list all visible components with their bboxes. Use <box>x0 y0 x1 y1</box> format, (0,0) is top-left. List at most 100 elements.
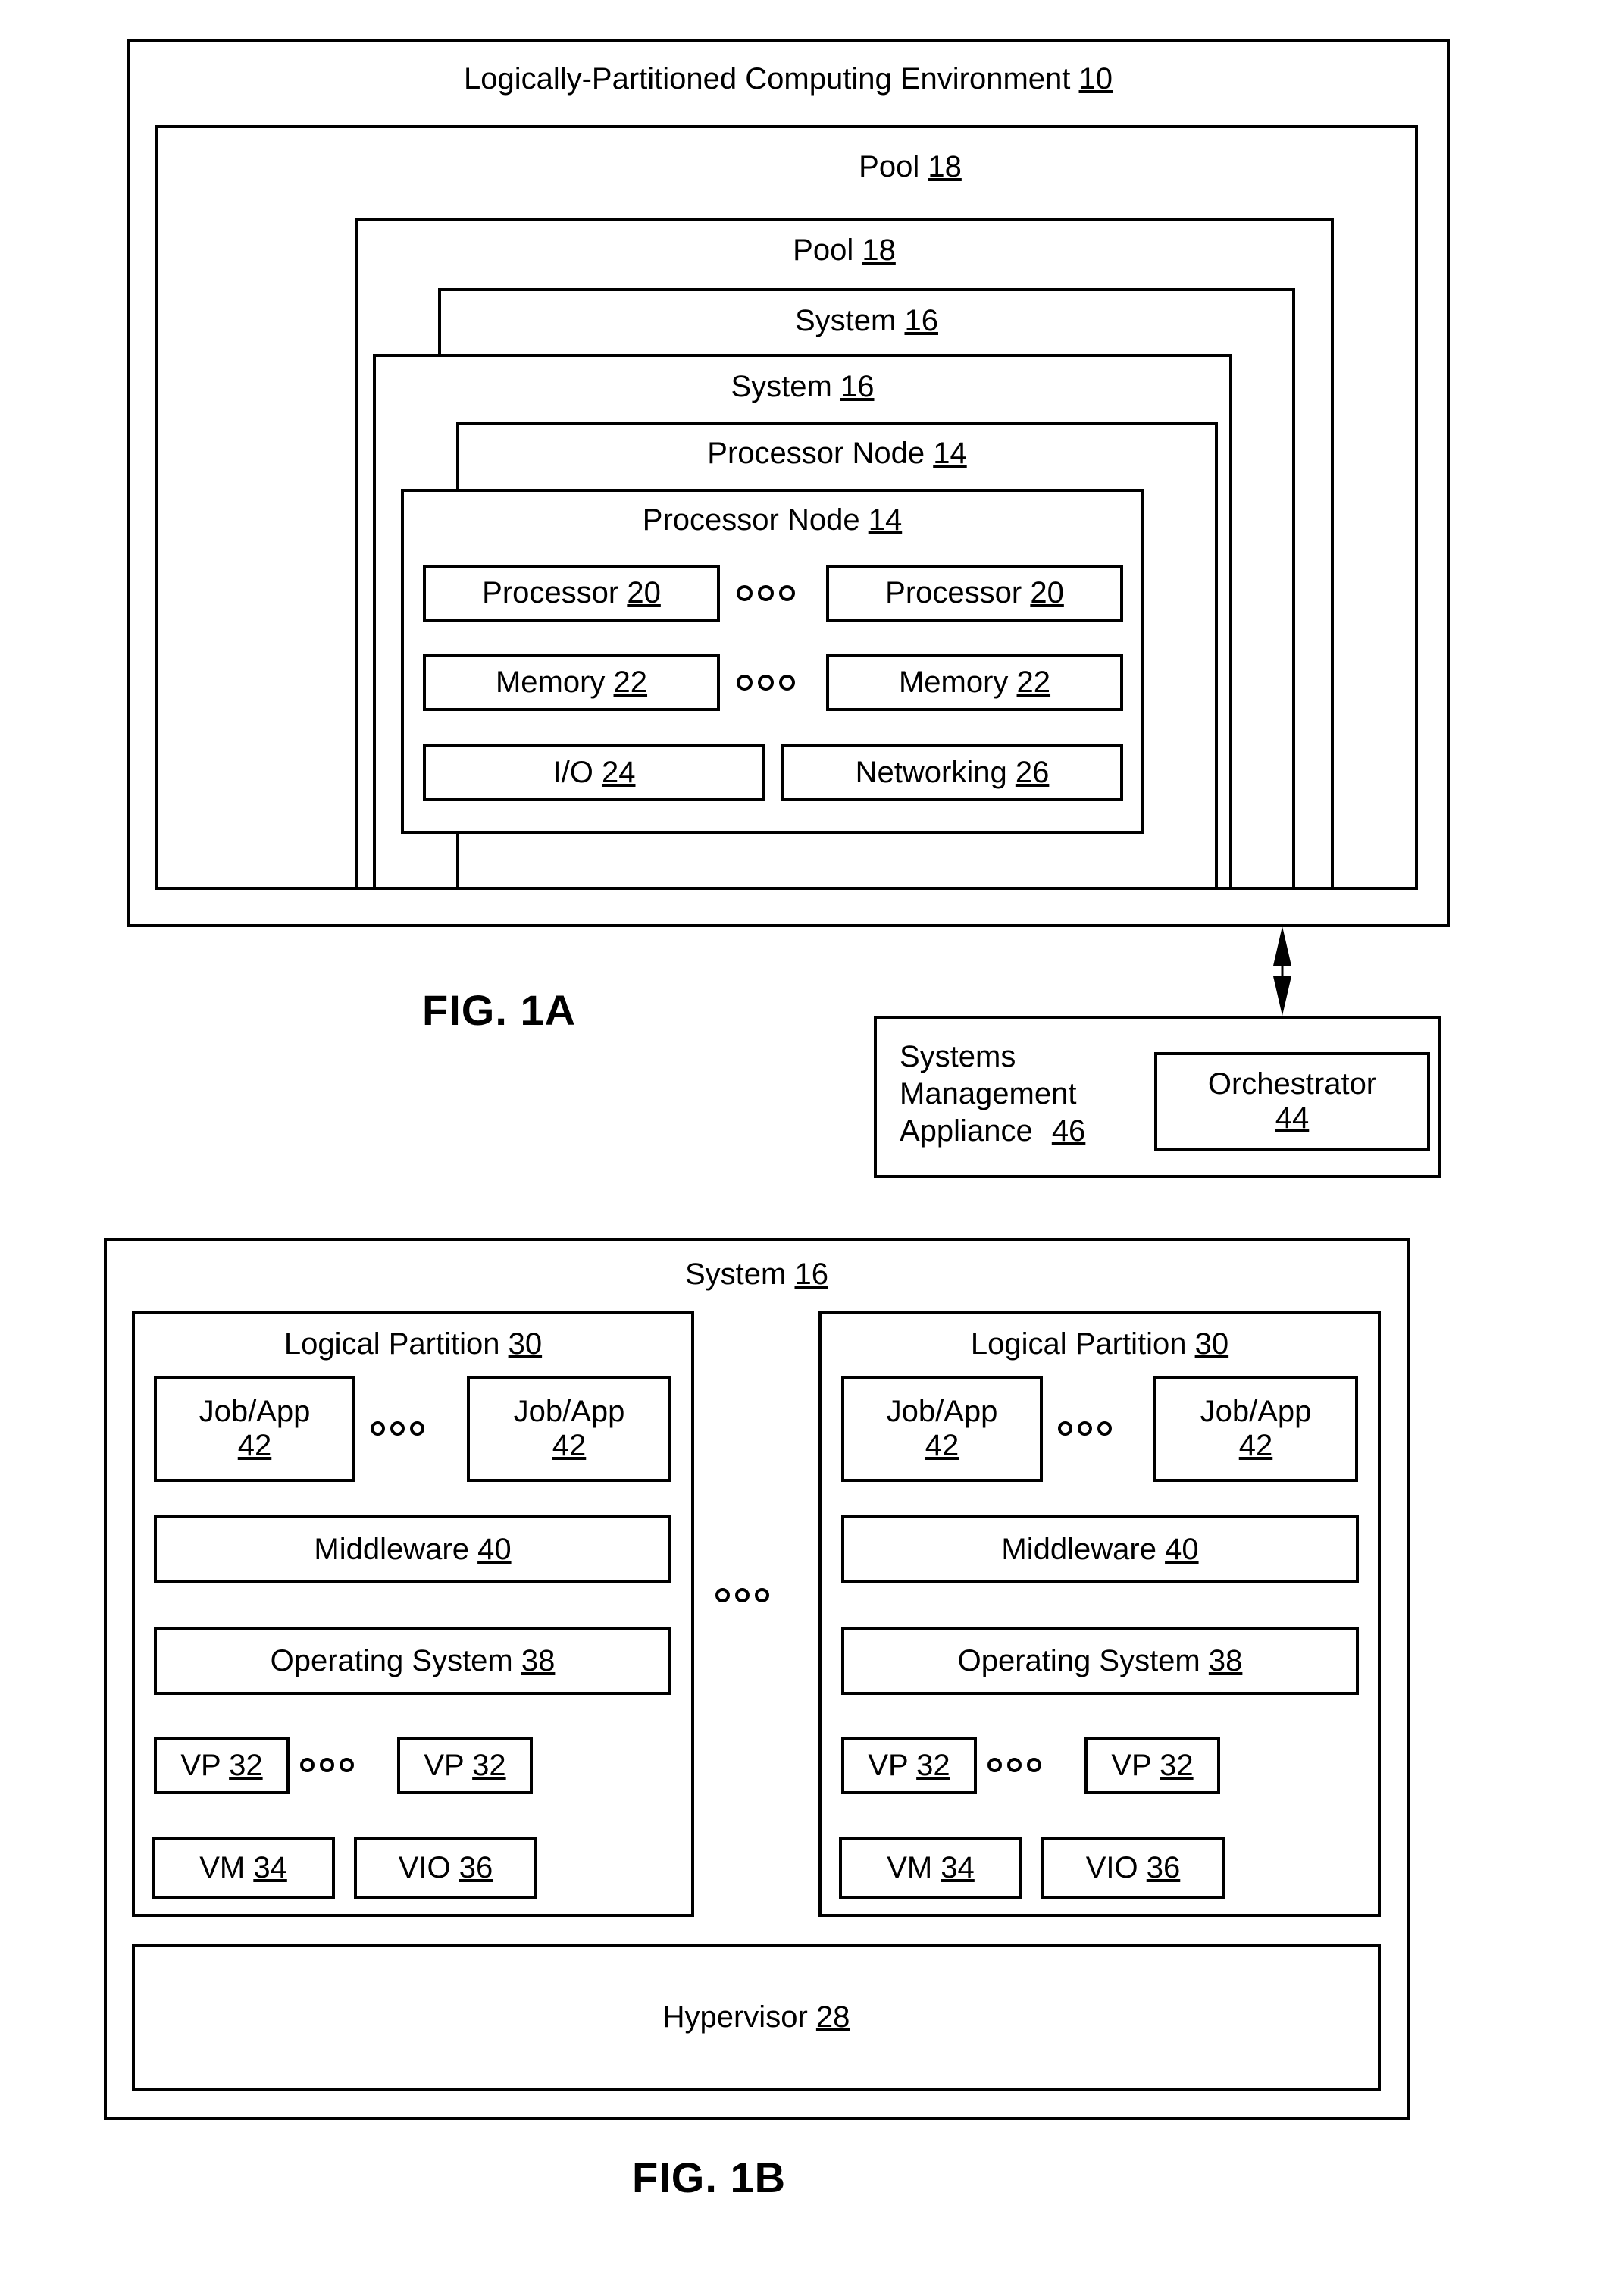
memory-right-ref: 22 <box>1016 666 1051 700</box>
memory-right-label: Memory <box>898 666 1009 700</box>
partitions-ellipsis-icon <box>715 1588 769 1602</box>
vio-left-ref: 36 <box>459 1851 493 1885</box>
vm-right-label: VM <box>887 1851 933 1885</box>
fig1b-system-label: System <box>685 1258 787 1291</box>
fig1b-system-ref: 16 <box>794 1258 828 1291</box>
orchestrator-box: Orchestrator 44 <box>1154 1052 1430 1151</box>
jobapp-right-1-label: Job/App <box>886 1395 998 1429</box>
logical-partition-right-label: Logical Partition <box>970 1327 1187 1361</box>
vio-right-label: VIO <box>1085 1851 1138 1885</box>
operating-system-box-right: Operating System 38 <box>841 1627 1359 1695</box>
io-box: I/O 24 <box>423 744 765 801</box>
io-label: I/O <box>552 756 593 790</box>
operating-system-left-label: Operating System <box>270 1643 513 1677</box>
processor-box-left: Processor 20 <box>423 565 720 622</box>
appliance-line1: Systems <box>900 1040 1016 1073</box>
vp-right-ellipsis-icon <box>987 1758 1041 1772</box>
fig1a-caption: FIG. 1A <box>422 986 577 1034</box>
pool-front-title: Pool 18 <box>355 235 1334 265</box>
vio-box-right: VIO 36 <box>1041 1837 1225 1899</box>
vm-left-ref: 34 <box>253 1851 287 1885</box>
vp-box-right-2: VP 32 <box>1084 1737 1220 1794</box>
pool-front-label: Pool <box>793 233 854 267</box>
hypervisor-ref: 28 <box>815 2000 850 2034</box>
systems-management-appliance-box: Systems Management Appliance 46 Orchestr… <box>874 1016 1441 1178</box>
vp-box-left-2: VP 32 <box>397 1737 533 1794</box>
jobapp-left-2-ref: 42 <box>552 1429 587 1462</box>
pool-back-ref: 18 <box>928 150 962 183</box>
pool-back-title: Pool 18 <box>413 152 1407 182</box>
vio-left-label: VIO <box>398 1851 451 1885</box>
middleware-right-ref: 40 <box>1165 1532 1199 1566</box>
orchestrator-label: Orchestrator <box>1207 1067 1377 1101</box>
operating-system-box-left: Operating System 38 <box>154 1627 671 1695</box>
logical-partition-left-title: Logical Partition 30 <box>135 1329 691 1359</box>
processor-right-ref: 20 <box>1030 576 1064 610</box>
pool-front-ref: 18 <box>862 233 896 267</box>
vio-box-left: VIO 36 <box>354 1837 537 1899</box>
memory-box-right: Memory 22 <box>826 654 1123 711</box>
system-back-label: System <box>795 304 897 337</box>
bidirectional-arrow-icon <box>1260 926 1305 1016</box>
environment-label: Logically-Partitioned Computing Environm… <box>463 62 1071 96</box>
jobapp-left-2-label: Job/App <box>513 1395 625 1429</box>
vp-left-2-ref: 32 <box>472 1748 506 1782</box>
memory-left-label: Memory <box>495 666 606 700</box>
vm-box-right: VM 34 <box>839 1837 1022 1899</box>
jobapp-box-right-2: Job/App 42 <box>1153 1376 1358 1482</box>
networking-box: Networking 26 <box>781 744 1123 801</box>
middleware-left-label: Middleware <box>314 1532 469 1566</box>
vp-left-ellipsis-icon <box>300 1758 354 1772</box>
pool-back-label: Pool <box>859 150 920 183</box>
hypervisor-box: Hypervisor 28 <box>132 1944 1381 2091</box>
middleware-left-ref: 40 <box>477 1532 512 1566</box>
networking-ref: 26 <box>1015 756 1050 790</box>
vm-right-ref: 34 <box>941 1851 975 1885</box>
orchestrator-ref: 44 <box>1275 1101 1310 1135</box>
jobapp-box-left-2: Job/App 42 <box>467 1376 671 1482</box>
processor-left-label: Processor <box>482 576 619 610</box>
middleware-right-label: Middleware <box>1001 1532 1156 1566</box>
system-front-ref: 16 <box>840 370 875 403</box>
jobapp-box-right-1: Job/App 42 <box>841 1376 1043 1482</box>
vp-right-2-ref: 32 <box>1160 1748 1194 1782</box>
jobapp-right-2-ref: 42 <box>1238 1429 1273 1462</box>
environment-title: Logically-Partitioned Computing Environm… <box>130 64 1447 94</box>
jobapp-left-1-ref: 42 <box>237 1429 272 1462</box>
processor-right-label: Processor <box>885 576 1022 610</box>
processor-node-back-title: Processor Node 14 <box>456 438 1218 468</box>
memory-left-ref: 22 <box>613 666 648 700</box>
jobapp-right-2-label: Job/App <box>1200 1395 1312 1429</box>
system-back-ref: 16 <box>904 304 938 337</box>
appliance-label-block: Systems Management Appliance 46 <box>900 1038 1085 1149</box>
vp-right-1-ref: 32 <box>916 1748 950 1782</box>
processor-left-ref: 20 <box>627 576 661 610</box>
vm-box-left: VM 34 <box>152 1837 335 1899</box>
processor-node-back-ref: 14 <box>933 437 967 470</box>
hypervisor-label: Hypervisor <box>662 2000 808 2034</box>
system-front-label: System <box>731 370 832 403</box>
appliance-line3-wrap: Appliance 46 <box>900 1113 1085 1150</box>
vp-box-right-1: VP 32 <box>841 1737 977 1794</box>
logical-partition-left-label: Logical Partition <box>283 1327 500 1361</box>
vp-right-2-label: VP <box>1111 1748 1151 1782</box>
jobapp-left-ellipsis-icon <box>371 1421 424 1436</box>
jobapp-right-ellipsis-icon <box>1058 1421 1112 1436</box>
processor-node-front-label: Processor Node <box>642 503 860 537</box>
jobapp-right-1-ref: 42 <box>925 1429 959 1462</box>
operating-system-right-label: Operating System <box>957 1643 1200 1677</box>
logical-partition-right-title: Logical Partition 30 <box>822 1329 1378 1359</box>
processor-row-ellipsis-icon <box>737 585 795 601</box>
environment-ref: 10 <box>1078 62 1113 96</box>
system-front-title: System 16 <box>373 371 1232 402</box>
vp-box-left-1: VP 32 <box>154 1737 290 1794</box>
middleware-box-left: Middleware 40 <box>154 1515 671 1583</box>
networking-label: Networking <box>855 756 1007 790</box>
fig1b-system-title: System 16 <box>107 1259 1407 1289</box>
vp-right-1-label: VP <box>868 1748 908 1782</box>
appliance-line2: Management <box>900 1076 1077 1110</box>
vp-left-1-label: VP <box>180 1748 221 1782</box>
middleware-box-right: Middleware 40 <box>841 1515 1359 1583</box>
jobapp-box-left-1: Job/App 42 <box>154 1376 355 1482</box>
appliance-line3: Appliance <box>900 1114 1033 1148</box>
